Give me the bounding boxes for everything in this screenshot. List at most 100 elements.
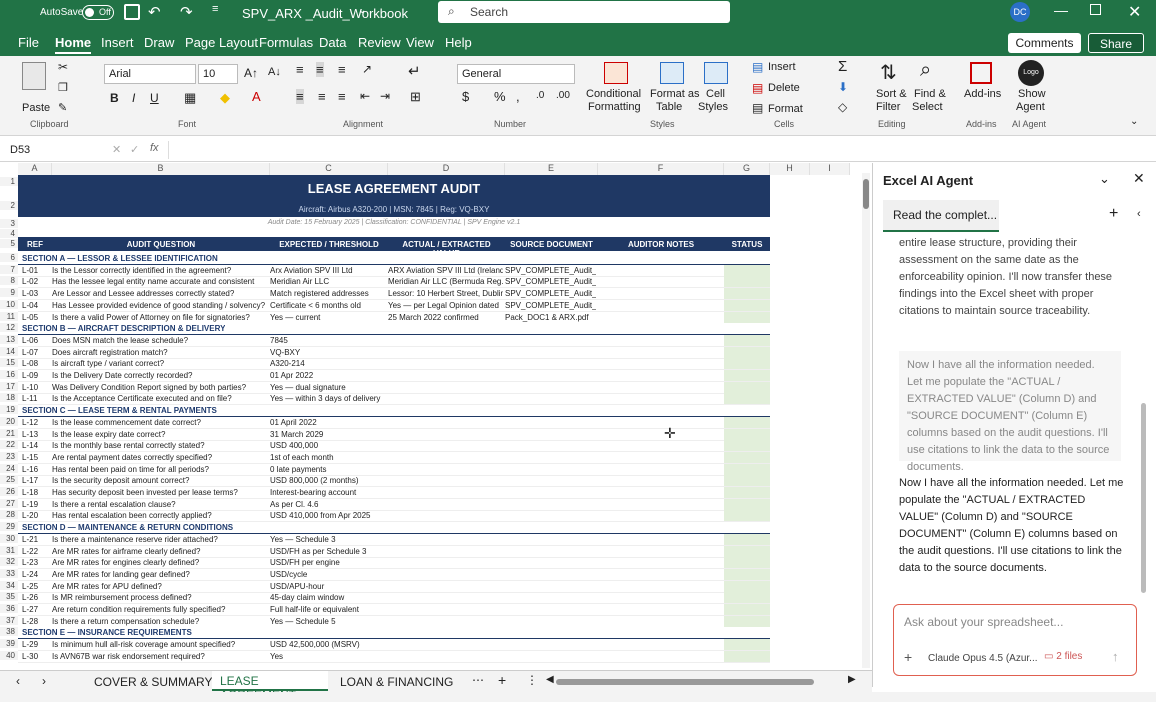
cell-q[interactable]: Are MR rates for landing gear defined? bbox=[52, 569, 268, 581]
column-header[interactable]: F bbox=[598, 163, 724, 175]
tab-insert[interactable]: Insert bbox=[101, 35, 134, 50]
status-cell[interactable] bbox=[724, 299, 770, 311]
cell-e[interactable]: 7845 bbox=[270, 335, 386, 347]
row-header[interactable]: 10 bbox=[0, 299, 18, 309]
filter-label[interactable]: Filter bbox=[876, 101, 900, 113]
autosum-icon[interactable]: Σ bbox=[838, 58, 847, 75]
row-header[interactable]: 27 bbox=[0, 498, 18, 508]
row-header[interactable]: 15 bbox=[0, 358, 18, 368]
status-cell[interactable] bbox=[724, 451, 770, 463]
cell-q[interactable]: Is there a rental escalation clause? bbox=[52, 499, 268, 511]
row-header[interactable]: 23 bbox=[0, 451, 18, 461]
cell-q[interactable]: Are MR rates for APU defined? bbox=[52, 581, 268, 593]
cell-q[interactable]: Is the Delivery Date correctly recorded? bbox=[52, 370, 268, 382]
cell-q[interactable]: Has security deposit been invested per l… bbox=[52, 487, 268, 499]
cell-ref[interactable]: L-10 bbox=[22, 382, 52, 394]
cell-a[interactable]: 25 March 2022 confirmed bbox=[388, 312, 503, 324]
cell-q[interactable]: Is the Lessor correctly identified in th… bbox=[52, 265, 268, 277]
model-selector[interactable]: Claude Opus 4.5 (Azur... bbox=[928, 653, 1038, 664]
row-header[interactable]: 9 bbox=[0, 288, 18, 298]
table-row[interactable]: L-02 Has the lessee legal entity name acc… bbox=[18, 276, 770, 289]
row-header[interactable]: 11 bbox=[0, 311, 18, 321]
cell-ref[interactable]: L-12 bbox=[22, 417, 52, 429]
format-table-icon[interactable] bbox=[660, 62, 684, 84]
cell-e[interactable]: Yes — Schedule 3 bbox=[270, 534, 386, 546]
cell-a[interactable]: Yes — per Legal Opinion dated bbox=[388, 300, 503, 312]
customize-qat-icon[interactable]: ≡ bbox=[212, 3, 218, 15]
autosave-toggle[interactable]: Off bbox=[82, 5, 114, 20]
row-header[interactable]: 21 bbox=[0, 428, 18, 438]
font-color-icon[interactable]: A bbox=[252, 89, 261, 104]
status-cell[interactable] bbox=[724, 580, 770, 592]
row-header[interactable]: 40 bbox=[0, 650, 18, 660]
tab-view[interactable]: View bbox=[406, 35, 434, 50]
status-cell[interactable] bbox=[724, 370, 770, 381]
cell-ref[interactable]: L-05 bbox=[22, 312, 52, 324]
cell-e[interactable]: Match registered addresses bbox=[270, 288, 386, 300]
column-header[interactable]: G bbox=[724, 163, 770, 175]
panel-dropdown-icon[interactable]: ⌄ bbox=[1099, 171, 1110, 187]
cell-q[interactable]: Has rental been paid on time for all per… bbox=[52, 464, 268, 476]
chat-input-placeholder[interactable]: Ask about your spreadsheet... bbox=[904, 615, 1063, 629]
table-row[interactable]: L-24 Are MR rates for landing gear define… bbox=[18, 568, 770, 581]
chevron-down-icon[interactable]: ⌄ bbox=[358, 5, 366, 16]
cell-ref[interactable]: L-24 bbox=[22, 569, 52, 581]
chat-input-box[interactable]: Ask about your spreadsheet... + Claude O… bbox=[893, 604, 1137, 676]
cell-e[interactable]: 1st of each month bbox=[270, 452, 386, 464]
table-row[interactable]: L-22 Are MR rates for airframe clearly de… bbox=[18, 545, 770, 558]
row-header[interactable]: 18 bbox=[0, 393, 18, 403]
more-sheets-icon[interactable]: ⋯ bbox=[472, 673, 484, 687]
table-row[interactable]: L-18 Has security deposit been invested p… bbox=[18, 487, 770, 499]
status-cell[interactable] bbox=[724, 264, 770, 276]
table-row[interactable]: L-01 Is the Lessor correctly identified i… bbox=[18, 264, 770, 277]
wrap-text-icon[interactable]: ↵ bbox=[408, 62, 421, 80]
table-row[interactable]: L-11 Is the Acceptance Certificate execut… bbox=[18, 393, 770, 406]
tab-home[interactable]: Home bbox=[55, 35, 92, 54]
table-row[interactable]: L-14 Is the monthly base rental correctly… bbox=[18, 440, 770, 453]
cell-a[interactable]: ARX Aviation SPV III Ltd (Ireland bbox=[388, 265, 503, 277]
search-box[interactable]: ⌕ Search bbox=[438, 1, 730, 23]
copy-icon[interactable]: ❐ bbox=[58, 81, 68, 94]
orientation-icon[interactable]: ↗ bbox=[362, 62, 372, 76]
scroll-right-icon[interactable]: ▶ bbox=[848, 674, 856, 685]
font-size-select[interactable]: 10 bbox=[198, 64, 238, 84]
cell-e[interactable]: USD/FH as per Schedule 3 bbox=[270, 546, 386, 558]
name-box[interactable]: D53 bbox=[4, 141, 88, 159]
row-header[interactable]: 33 bbox=[0, 568, 18, 578]
cell-ref[interactable]: L-04 bbox=[22, 300, 52, 312]
cut-icon[interactable]: ✂ bbox=[58, 60, 68, 74]
files-button[interactable]: ▭ 2 files bbox=[1044, 651, 1082, 665]
status-cell[interactable] bbox=[724, 615, 770, 627]
cell-ref[interactable]: L-26 bbox=[22, 592, 52, 604]
font-name-select[interactable]: Arial bbox=[104, 64, 196, 84]
row-header[interactable]: 37 bbox=[0, 615, 18, 625]
panel-scroll-thumb[interactable] bbox=[1141, 403, 1146, 593]
cell-ref[interactable]: L-01 bbox=[22, 265, 52, 277]
chat-tab[interactable]: Read the complet... bbox=[883, 200, 999, 232]
cell-ref[interactable]: L-06 bbox=[22, 335, 52, 347]
cell-q[interactable]: Are return condition requirements fully … bbox=[52, 604, 268, 616]
cell-s[interactable]: SPV_COMPLETE_Audit_ bbox=[505, 300, 596, 312]
insert-cells-label[interactable]: Insert bbox=[768, 61, 796, 73]
row-header[interactable]: 1 bbox=[0, 177, 18, 186]
find-label[interactable]: Find & bbox=[914, 88, 946, 100]
confirm-entry-icon[interactable]: ✓ bbox=[130, 143, 139, 156]
cell-q[interactable]: Has Lessee provided evidence of good sta… bbox=[52, 300, 268, 312]
column-header[interactable]: D bbox=[388, 163, 505, 175]
row-header[interactable]: 32 bbox=[0, 557, 18, 567]
table-row[interactable]: SECTION C — LEASE TERM & RENTAL PAYMENTS bbox=[18, 405, 770, 418]
cell-e[interactable]: Yes — Schedule 5 bbox=[270, 616, 386, 628]
cell-q[interactable]: Does aircraft registration match? bbox=[52, 347, 268, 359]
cell-ref[interactable]: L-28 bbox=[22, 616, 52, 628]
cell-e[interactable]: USD/cycle bbox=[270, 569, 386, 581]
tab-review[interactable]: Review bbox=[358, 35, 401, 50]
row-header[interactable]: 24 bbox=[0, 463, 18, 473]
tab-formulas[interactable]: Formulas bbox=[259, 35, 313, 50]
cell-e[interactable]: Yes bbox=[270, 651, 386, 663]
agent-label[interactable]: Agent bbox=[1016, 101, 1045, 113]
cell-ref[interactable]: L-23 bbox=[22, 557, 52, 569]
status-cell[interactable] bbox=[724, 510, 770, 522]
sort-filter-icon[interactable]: ⇅ bbox=[880, 60, 897, 85]
status-cell[interactable] bbox=[724, 311, 770, 323]
cell-e[interactable]: Yes — dual signature bbox=[270, 382, 386, 394]
